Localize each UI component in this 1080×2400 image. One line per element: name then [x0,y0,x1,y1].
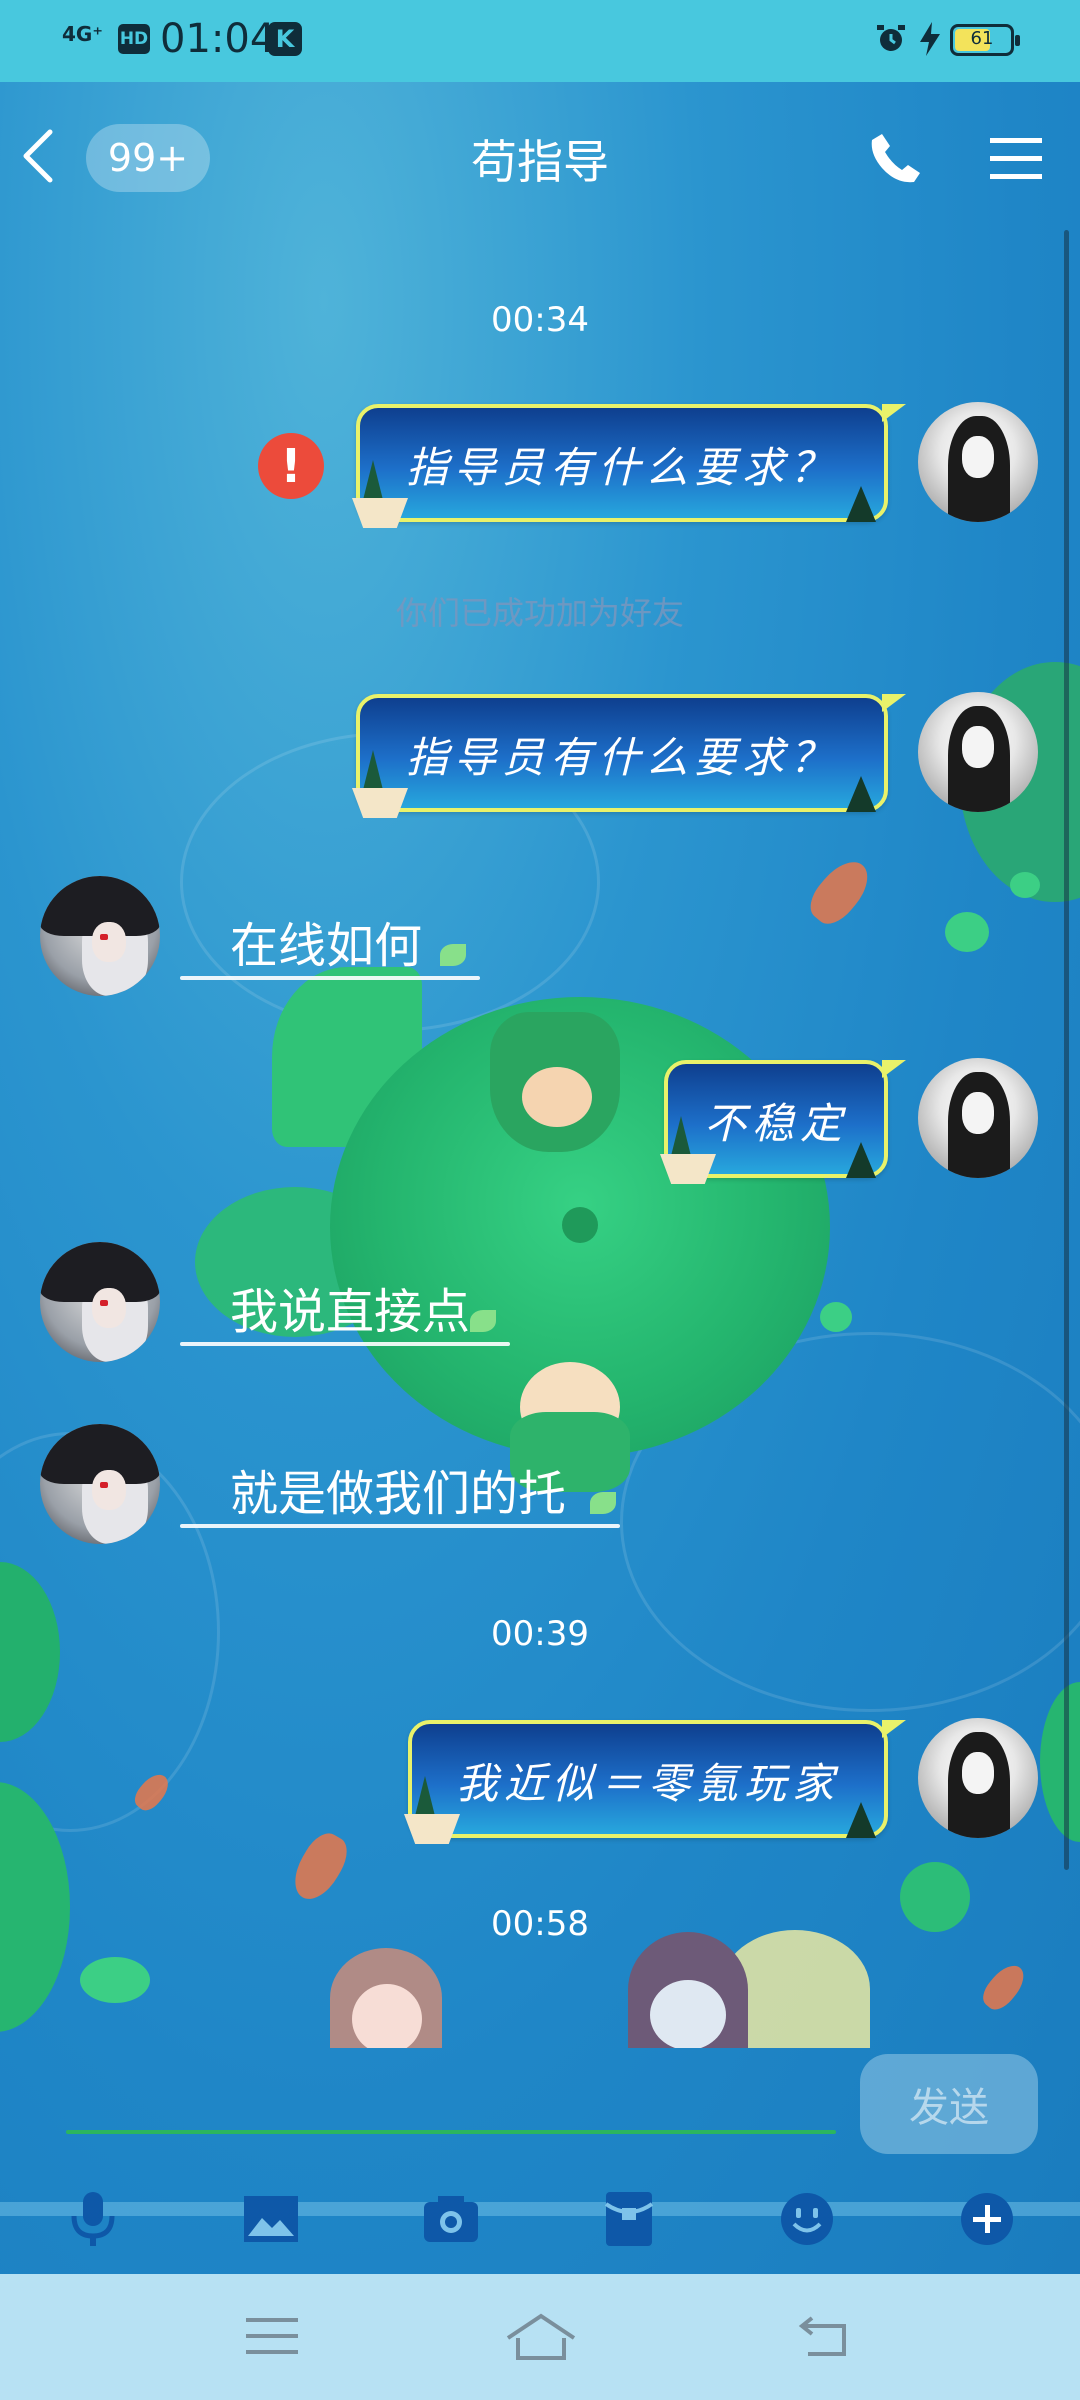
recents-button[interactable] [242,2312,302,2362]
signal-icon: 4G⁺ [62,22,103,46]
message-bubble-outgoing[interactable]: 我近似＝零氪玩家 [404,1720,906,1844]
message-bubble-outgoing[interactable]: 指导员有什么要求？ [352,694,906,818]
message-text: 指导员有什么要求？ [405,443,838,492]
zongzi-character [510,1362,630,1492]
zongzi-character [490,1012,620,1152]
k-app-icon: K [268,22,302,56]
menu-button[interactable] [988,130,1044,186]
charging-icon [920,22,940,56]
lotus-leaf-right-bottom [1040,1682,1080,1842]
chat-title: 苟指导 [471,135,609,189]
red-packet-button[interactable] [598,2188,660,2250]
avatar-contact[interactable] [40,876,160,996]
camera-icon [424,2196,478,2242]
message-input[interactable] [56,2050,836,2138]
sticker-peeking-girl[interactable] [330,1948,442,2048]
sticker-peeking-girl[interactable] [628,1932,748,2048]
message-text: 我近似＝零氪玩家 [455,1759,840,1808]
avatar-self[interactable] [918,402,1038,522]
timestamp: 00:39 [491,1614,589,1654]
input-toolbar [0,2180,1080,2274]
camera-button[interactable] [420,2188,482,2250]
unread-count-badge[interactable]: 99+ [86,124,210,192]
battery-level: 61 [970,28,994,49]
emoji-icon [781,2193,833,2245]
alarm-icon [877,25,905,51]
koi-fish-icon [802,852,878,932]
message-text: 不稳定 [703,1099,848,1148]
avatar-contact[interactable] [40,1424,160,1544]
home-icon [506,2313,576,2360]
phone-icon [871,134,920,183]
status-time: 01:04 [160,16,276,62]
message-text: 指导员有什么要求？ [405,733,838,782]
microphone-icon [71,2192,115,2246]
hamburger-icon [990,138,1042,179]
avatar-self[interactable] [918,1058,1038,1178]
message-bubble-outgoing[interactable]: 指导员有什么要求？ [352,404,906,528]
koi-fish-icon [285,1826,355,1908]
input-underline [66,2130,836,2134]
koi-fish-icon [977,1958,1031,2016]
more-button[interactable] [956,2188,1018,2250]
plus-icon [961,2193,1013,2245]
message-text: 就是做我们的托 [230,1466,567,1522]
system-message: 你们已成功加为好友 [395,594,684,632]
timestamp: 00:34 [491,300,589,340]
system-nav-bar [0,2274,1080,2400]
voice-button[interactable] [62,2188,124,2250]
message-text: 在线如何 [230,918,423,974]
back-button[interactable] [18,126,58,186]
avatar-self[interactable] [918,692,1038,812]
chevron-left-icon [23,129,53,183]
emoji-button[interactable] [776,2188,838,2250]
status-bar: 4G⁺ HD 01:04 K 61 [0,0,1080,82]
image-button[interactable] [240,2188,302,2250]
battery-icon: 61 [950,24,1020,56]
call-button[interactable] [868,130,924,186]
message-text: 我说直接点 [230,1284,471,1340]
back-icon [798,2316,846,2356]
message-incoming[interactable]: 我说直接点 [180,1272,520,1352]
timestamp: 00:58 [491,1904,589,1944]
avatar-contact[interactable] [40,1242,160,1362]
avatar-self[interactable] [918,1718,1038,1838]
home-button[interactable] [504,2312,578,2362]
send-button[interactable]: 发送 [860,2054,1038,2154]
message-bubble-outgoing[interactable]: 不稳定 [660,1060,906,1184]
hd-icon: HD [118,24,150,54]
send-failed-icon[interactable]: ! [258,433,324,499]
message-incoming[interactable]: 就是做我们的托 [180,1454,620,1534]
red-packet-icon [604,2192,654,2246]
back-nav-button[interactable] [796,2312,856,2362]
message-incoming[interactable]: 在线如何 [180,906,500,986]
image-icon [244,2196,298,2242]
recents-icon [246,2318,298,2354]
